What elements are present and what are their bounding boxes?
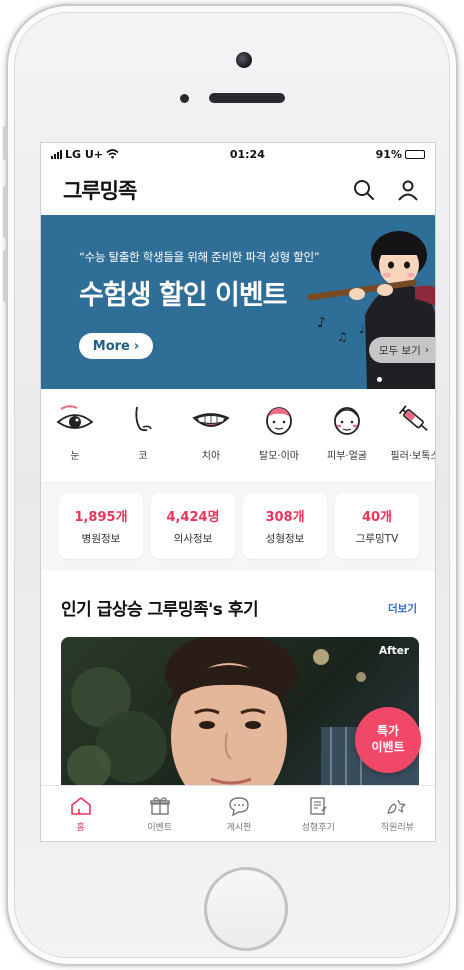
tab-home[interactable]: 홈 — [41, 786, 120, 841]
category-label: 치아 — [201, 451, 221, 462]
tab-board[interactable]: 게시판 — [199, 786, 278, 841]
nose-icon — [135, 406, 152, 432]
category-nose[interactable]: 코 — [109, 389, 177, 481]
chat-icon — [229, 797, 249, 816]
stat-label: 성형정보 — [265, 533, 305, 545]
banner-title: 수험생 할인 이벤트 — [79, 280, 288, 311]
review-icon — [310, 797, 327, 815]
event-banner[interactable]: ♪ ♫ ♩ “수능 탈출한 학생들을 위해 준비한 파격 성형 할인” 수험생 … — [41, 215, 435, 389]
tab-events[interactable]: 이벤트 — [120, 786, 199, 841]
tab-surgery-reviews[interactable]: 성형후기 — [279, 786, 358, 841]
status-bar: LG U+ 01:24 91% — [41, 143, 435, 165]
eye-icon — [56, 405, 94, 429]
category-label: 필러·보톡스 — [390, 451, 436, 462]
stat-value: 308개 — [265, 510, 305, 525]
reviews-more-link[interactable]: 더보기 — [388, 601, 417, 616]
special-event-button[interactable]: 특가 이벤트 — [355, 707, 421, 773]
proximity-sensor — [180, 94, 189, 103]
forehead-icon — [266, 407, 292, 435]
tab-staff-reviews[interactable]: 직원리뷰 — [358, 786, 435, 841]
battery-percent: 91% — [375, 147, 402, 161]
stat-grooming-tv[interactable]: 40개 그루밍TV — [335, 493, 419, 559]
category-label: 탈모·이마 — [259, 451, 299, 462]
syringe-icon — [398, 405, 428, 431]
bottom-tab-bar: 홈 이벤트 게시판 성형후기 직원리뷰 — [41, 785, 435, 841]
user-icon[interactable] — [397, 179, 419, 201]
stat-label: 의사정보 — [173, 533, 213, 545]
stat-value: 1,895개 — [74, 510, 128, 525]
staff-review-icon — [387, 799, 407, 814]
tab-label: 성형후기 — [301, 823, 335, 833]
app-header: 그루밍족 — [41, 165, 435, 215]
stat-value: 40개 — [361, 510, 393, 525]
svg-text:♪: ♪ — [317, 315, 326, 331]
category-label: 눈 — [70, 451, 80, 462]
special-event-line2: 이벤트 — [371, 740, 405, 754]
category-filler-botox[interactable]: 필러·보톡스 — [381, 389, 436, 481]
app-logo[interactable]: 그루밍족 — [63, 175, 137, 205]
category-forehead[interactable]: 탈모·이마 — [245, 389, 313, 481]
battery-icon — [404, 149, 425, 159]
app-screen: LG U+ 01:24 91% 그루밍족 ♪ ♫ ♩ “수능 탈출한 학생들을 … — [40, 142, 436, 842]
home-button[interactable] — [204, 867, 288, 951]
see-all-label: 모두 보기 — [378, 344, 421, 357]
status-time: 01:24 — [229, 147, 265, 161]
tab-label: 홈 — [76, 823, 85, 833]
banner-see-all-button[interactable]: 모두 보기 › — [368, 337, 435, 363]
tab-label: 이벤트 — [147, 823, 173, 833]
teeth-icon — [192, 413, 230, 427]
banner-more-button[interactable]: More › — [79, 333, 153, 359]
signal-icon — [51, 149, 62, 159]
special-event-line1: 특가 — [376, 724, 400, 739]
stats-row: 1,895개 병원정보 4,424명 의사정보 308개 성형정보 40개 그루… — [41, 481, 435, 571]
skin-face-icon — [334, 407, 360, 435]
section-title: 인기 급상승 그루밍족's 후기 — [61, 600, 259, 620]
tab-label: 게시판 — [226, 823, 252, 833]
stat-doctor-info[interactable]: 4,424명 의사정보 — [151, 493, 235, 559]
stat-surgery-info[interactable]: 308개 성형정보 — [243, 493, 327, 559]
banner-pagination-dot — [377, 377, 382, 382]
category-teeth[interactable]: 치아 — [177, 389, 245, 481]
search-icon[interactable] — [353, 179, 375, 201]
stat-value: 4,424명 — [166, 510, 220, 525]
wifi-icon — [106, 149, 119, 159]
stat-hospital-info[interactable]: 1,895개 병원정보 — [59, 493, 143, 559]
front-camera — [236, 52, 252, 68]
home-icon — [70, 797, 91, 815]
chevron-right-icon: › — [133, 338, 140, 354]
volume-down-button — [3, 250, 7, 302]
chevron-right-icon: › — [424, 344, 429, 356]
mute-switch — [3, 126, 7, 160]
volume-up-button — [3, 186, 7, 238]
banner-subtitle: “수능 탈출한 학생들을 위해 준비한 파격 성형 할인” — [79, 250, 320, 264]
stat-label: 그루밍TV — [355, 533, 399, 545]
svg-text:♫: ♫ — [337, 330, 348, 344]
tab-label: 직원리뷰 — [380, 823, 414, 833]
category-menu: 눈 코 치아 탈모·이마 피부·얼굴 필러·보톡스 — [41, 389, 436, 481]
banner-more-label: More — [92, 338, 130, 354]
category-label: 코 — [138, 451, 148, 462]
stat-label: 병원정보 — [81, 533, 121, 545]
after-badge: After — [378, 645, 409, 657]
category-skin-face[interactable]: 피부·얼굴 — [313, 389, 381, 481]
category-eye[interactable]: 눈 — [41, 389, 109, 481]
carrier-name: LG U+ — [65, 147, 104, 161]
svg-text:♩: ♩ — [359, 322, 365, 336]
category-label: 피부·얼굴 — [327, 451, 367, 462]
earpiece-speaker — [209, 93, 285, 103]
gift-icon — [150, 797, 170, 815]
